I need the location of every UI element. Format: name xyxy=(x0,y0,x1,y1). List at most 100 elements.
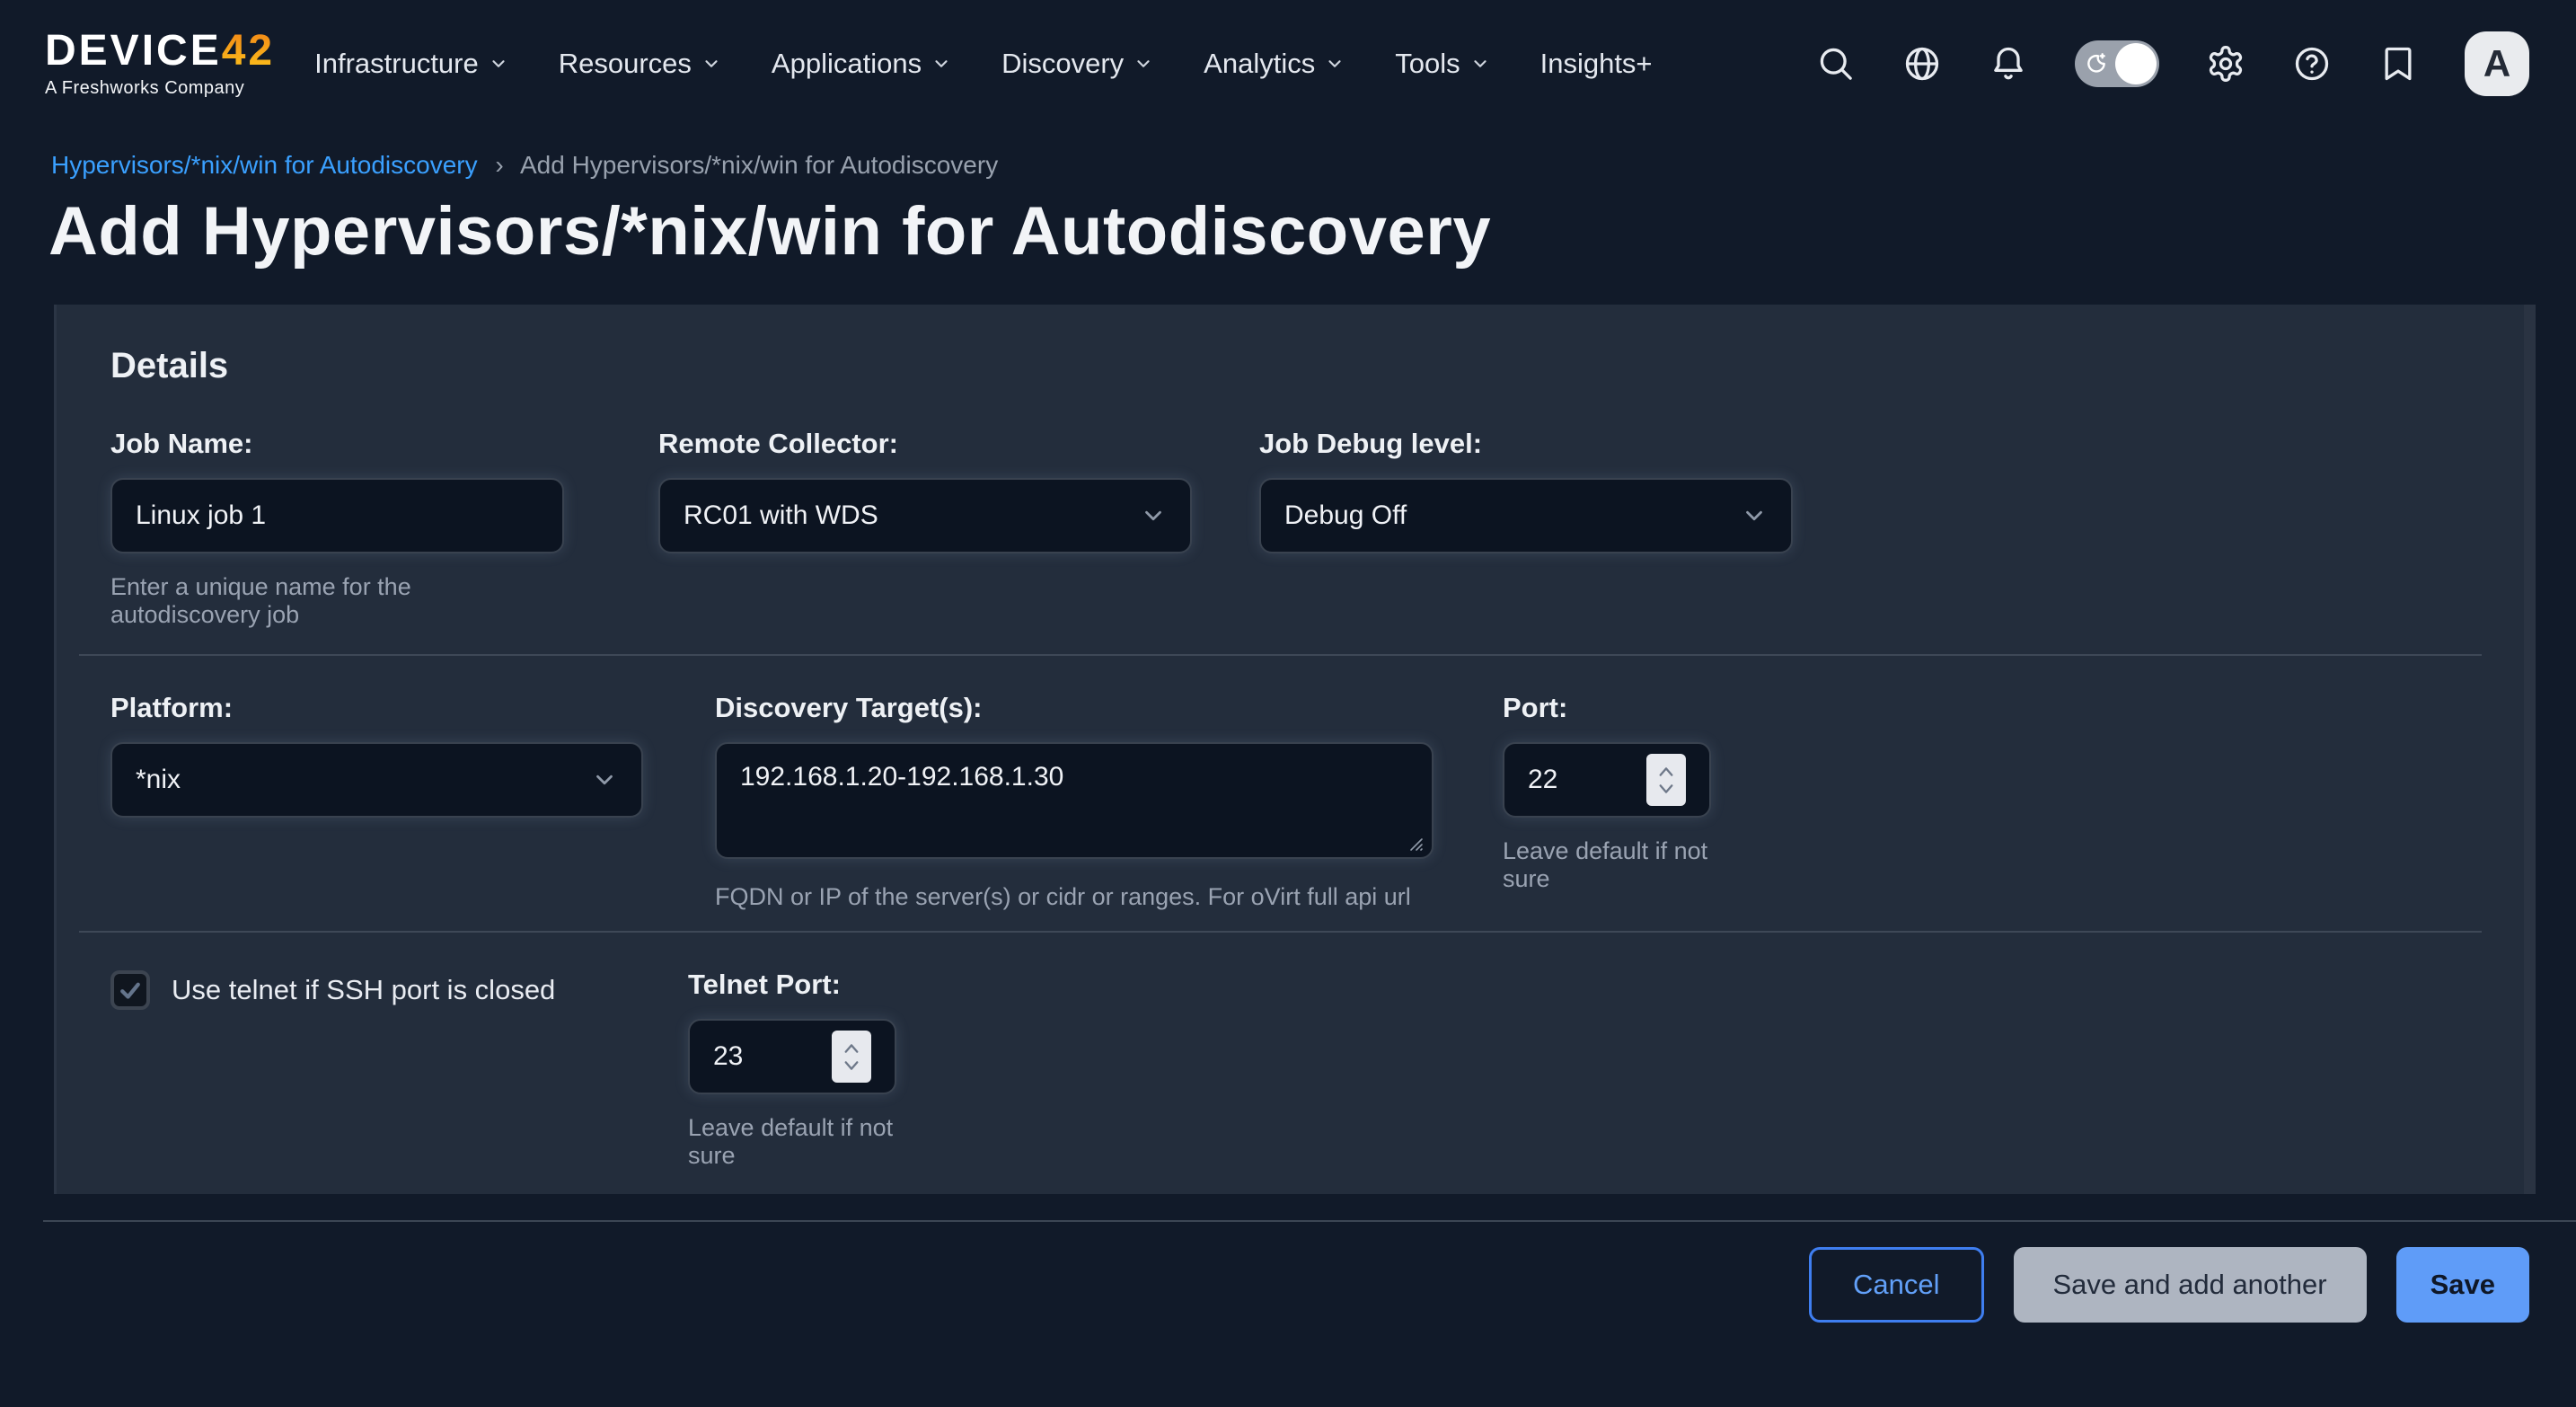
footer-divider xyxy=(43,1220,2576,1222)
row-divider xyxy=(79,654,2482,656)
menu-label: Tools xyxy=(1395,48,1460,80)
stepper-down-icon xyxy=(842,1057,861,1074)
stepper-up-icon xyxy=(1656,764,1676,780)
section-title: Details xyxy=(110,346,2464,386)
remote-collector-field-group: Remote Collector: RC01 with WDS xyxy=(658,426,1192,553)
breadcrumb-current: Add Hypervisors/*nix/win for Autodiscove… xyxy=(520,151,998,179)
form-row-1: Job Name: Enter a unique name for the au… xyxy=(110,426,2464,629)
chevron-down-icon xyxy=(701,54,721,74)
nav-icon-cluster: A xyxy=(1816,31,2529,96)
platform-label: Platform: xyxy=(110,690,643,726)
platform-value: *nix xyxy=(136,765,181,795)
stepper-down-icon xyxy=(1656,781,1676,797)
menu-label: Infrastructure xyxy=(314,48,479,80)
chevron-down-icon xyxy=(1134,54,1153,74)
chevron-down-icon xyxy=(1140,502,1167,529)
avatar[interactable]: A xyxy=(2465,31,2529,96)
menu-item-applications[interactable]: Applications xyxy=(772,48,951,80)
logo-tagline: A Freshworks Company xyxy=(45,78,275,99)
platform-field-group: Platform: *nix xyxy=(110,690,643,818)
use-telnet-label: Use telnet if SSH port is closed xyxy=(172,974,555,1006)
bell-icon[interactable] xyxy=(1989,44,2028,84)
telnet-port-input[interactable]: 23 xyxy=(688,1019,896,1094)
port-value: 22 xyxy=(1528,765,1646,795)
form-row-3: Use telnet if SSH port is closed Telnet … xyxy=(110,967,2464,1170)
device42-logo[interactable]: DEVICE42 A Freshworks Company xyxy=(45,30,275,99)
breadcrumb-separator: › xyxy=(495,151,503,179)
chevron-down-icon xyxy=(591,766,618,793)
gear-icon[interactable] xyxy=(2206,44,2245,84)
job-debug-value: Debug Off xyxy=(1284,500,1407,531)
chevron-down-icon xyxy=(1741,502,1768,529)
job-name-field-group: Job Name: Enter a unique name for the au… xyxy=(110,426,564,629)
breadcrumb: Hypervisors/*nix/win for Autodiscovery ›… xyxy=(51,151,2576,180)
search-icon[interactable] xyxy=(1816,44,1856,84)
menu-label: Insights+ xyxy=(1540,48,1653,80)
number-stepper[interactable] xyxy=(1646,754,1686,806)
menu-item-analytics[interactable]: Analytics xyxy=(1204,48,1345,80)
discovery-targets-textarea[interactable]: 192.168.1.20-192.168.1.30 xyxy=(715,742,1434,859)
save-button[interactable]: Save xyxy=(2396,1247,2529,1323)
logo-accent-42: 42 xyxy=(222,27,275,75)
chevron-down-icon xyxy=(1325,54,1345,74)
details-panel: Details Job Name: Enter a unique name fo… xyxy=(54,305,2536,1194)
telnet-port-label: Telnet Port: xyxy=(688,967,896,1003)
menu-label: Applications xyxy=(772,48,922,80)
menu-item-resources[interactable]: Resources xyxy=(559,48,721,80)
top-nav: DEVICE42 A Freshworks Company Infrastruc… xyxy=(0,0,2576,128)
help-icon[interactable] xyxy=(2292,44,2332,84)
discovery-targets-helper: FQDN or IP of the server(s) or cidr or r… xyxy=(715,883,1434,911)
bookmark-icon[interactable] xyxy=(2378,44,2418,84)
menu-label: Resources xyxy=(559,48,692,80)
job-debug-label: Job Debug level: xyxy=(1259,426,1793,462)
cancel-button[interactable]: Cancel xyxy=(1809,1247,1984,1323)
number-stepper[interactable] xyxy=(832,1031,871,1083)
remote-collector-label: Remote Collector: xyxy=(658,426,1192,462)
use-telnet-check-row[interactable]: Use telnet if SSH port is closed xyxy=(110,970,688,1010)
row-divider xyxy=(79,931,2482,933)
checkmark-icon xyxy=(117,977,144,1004)
menu-item-tools[interactable]: Tools xyxy=(1395,48,1489,80)
vertical-scrollbar[interactable] xyxy=(2524,305,2536,1194)
remote-collector-select[interactable]: RC01 with WDS xyxy=(658,478,1192,553)
telnet-port-helper: Leave default if not sure xyxy=(688,1114,896,1170)
use-telnet-checkbox[interactable] xyxy=(110,970,150,1010)
breadcrumb-link[interactable]: Hypervisors/*nix/win for Autodiscovery xyxy=(51,151,478,179)
platform-select[interactable]: *nix xyxy=(110,742,643,818)
discovery-targets-textarea-wrap: 192.168.1.20-192.168.1.30 xyxy=(715,742,1434,863)
telnet-port-field-group: Telnet Port: 23 Leave default if not sur… xyxy=(688,967,896,1170)
menu-item-infrastructure[interactable]: Infrastructure xyxy=(314,48,508,80)
discovery-targets-label: Discovery Target(s): xyxy=(715,690,1434,726)
port-input[interactable]: 22 xyxy=(1503,742,1711,818)
job-name-helper: Enter a unique name for the autodiscover… xyxy=(110,573,564,629)
main-menu: Infrastructure Resources Applications Di… xyxy=(314,48,1652,80)
discovery-targets-field-group: Discovery Target(s): 192.168.1.20-192.16… xyxy=(715,690,1434,911)
job-debug-field-group: Job Debug level: Debug Off xyxy=(1259,426,1793,553)
telnet-port-value: 23 xyxy=(713,1041,832,1072)
job-name-input[interactable] xyxy=(136,500,539,531)
menu-item-insights[interactable]: Insights+ xyxy=(1540,48,1653,80)
toggle-knob xyxy=(2115,43,2157,84)
logo-wordmark: DEVICE42 xyxy=(45,30,275,73)
save-and-add-another-button[interactable]: Save and add another xyxy=(2014,1247,2367,1323)
menu-label: Analytics xyxy=(1204,48,1315,80)
job-name-input-wrap xyxy=(110,478,564,553)
theme-toggle[interactable] xyxy=(2075,40,2159,87)
port-helper: Leave default if not sure xyxy=(1503,837,1711,893)
use-telnet-field-group: Use telnet if SSH port is closed xyxy=(110,967,688,1010)
footer-actions: Cancel Save and add another Save xyxy=(0,1247,2529,1323)
resize-handle-icon[interactable] xyxy=(1403,831,1425,853)
moon-icon xyxy=(2082,49,2111,78)
form-row-2: Platform: *nix Discovery Target(s): 192.… xyxy=(110,690,2464,911)
job-debug-select[interactable]: Debug Off xyxy=(1259,478,1793,553)
menu-label: Discovery xyxy=(1001,48,1124,80)
job-name-label: Job Name: xyxy=(110,426,564,462)
chevron-down-icon xyxy=(931,54,951,74)
port-label: Port: xyxy=(1503,690,1711,726)
chevron-down-icon xyxy=(489,54,508,74)
chevron-down-icon xyxy=(1470,54,1490,74)
menu-item-discovery[interactable]: Discovery xyxy=(1001,48,1153,80)
port-field-group: Port: 22 Leave default if not sure xyxy=(1503,690,1711,893)
globe-icon[interactable] xyxy=(1902,44,1942,84)
page-title: Add Hypervisors/*nix/win for Autodiscove… xyxy=(49,192,2576,270)
